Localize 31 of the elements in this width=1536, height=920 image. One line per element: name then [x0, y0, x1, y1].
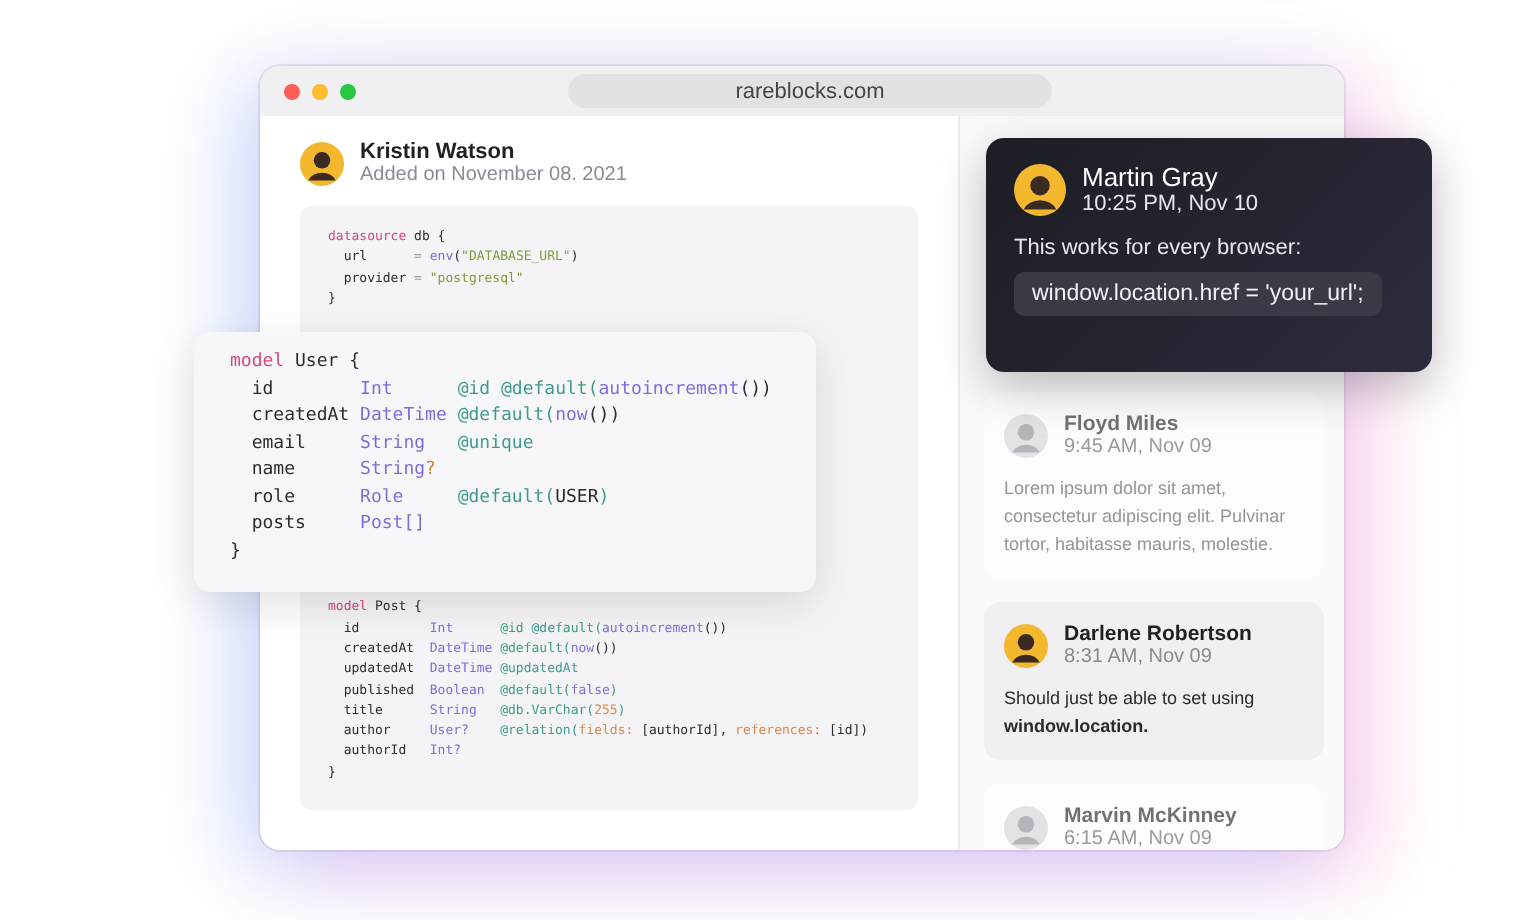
code-line: posts Post[] — [249, 512, 428, 538]
avatar-icon — [1004, 805, 1048, 849]
avatar-icon — [300, 141, 344, 185]
close-icon[interactable] — [284, 83, 300, 99]
commenter-name: Marvin McKinney — [1064, 804, 1237, 828]
code-line: } — [230, 539, 243, 565]
author-name: Kristin Watson — [360, 140, 517, 164]
comment-time: 6:15 AM, Nov 09 — [1064, 828, 1214, 850]
comment-text: Should just be able to set using window.location. — [1004, 686, 1257, 740]
code-line: id Int @id @default(autoincrement()) — [249, 377, 774, 403]
address-bar[interactable]: rareblocks.com — [568, 74, 1052, 108]
comment-time: 9:45 AM, Nov 09 — [1064, 436, 1212, 458]
minimize-icon[interactable] — [312, 83, 328, 99]
avatar-icon — [1014, 163, 1066, 215]
code-snippet: window.location.href = 'your_url'; — [1014, 272, 1382, 316]
code-line: name String? — [249, 458, 438, 484]
post-date: Added on November 08. 2021 — [360, 164, 627, 186]
commenter-name: Floyd Miles — [1064, 412, 1181, 436]
comment-text: Lorem ipsum dolor sit amet, consectetur adipiscing elit. Pulvinar tortor, habitasse mauris, molestie. — [1004, 476, 1288, 558]
code-line: createdAt DateTime @default(now()) — [249, 404, 623, 430]
commenter-name: Darlene Robertson — [1064, 622, 1252, 646]
comment-text: This works for every browser: — [1014, 236, 1304, 260]
comment-time: 8:31 AM, Nov 09 — [1064, 646, 1214, 668]
commenter-name: Martin Gray — [1082, 162, 1220, 192]
code-line: email String @unique — [249, 431, 536, 457]
code-line: model User { — [230, 350, 363, 376]
avatar-icon — [1004, 413, 1048, 457]
code-line: role Role @default(USER) — [249, 485, 612, 511]
maximize-icon[interactable] — [340, 83, 356, 99]
comment-time: 10:25 PM, Nov 10 — [1082, 192, 1259, 216]
avatar-icon — [1004, 623, 1048, 667]
